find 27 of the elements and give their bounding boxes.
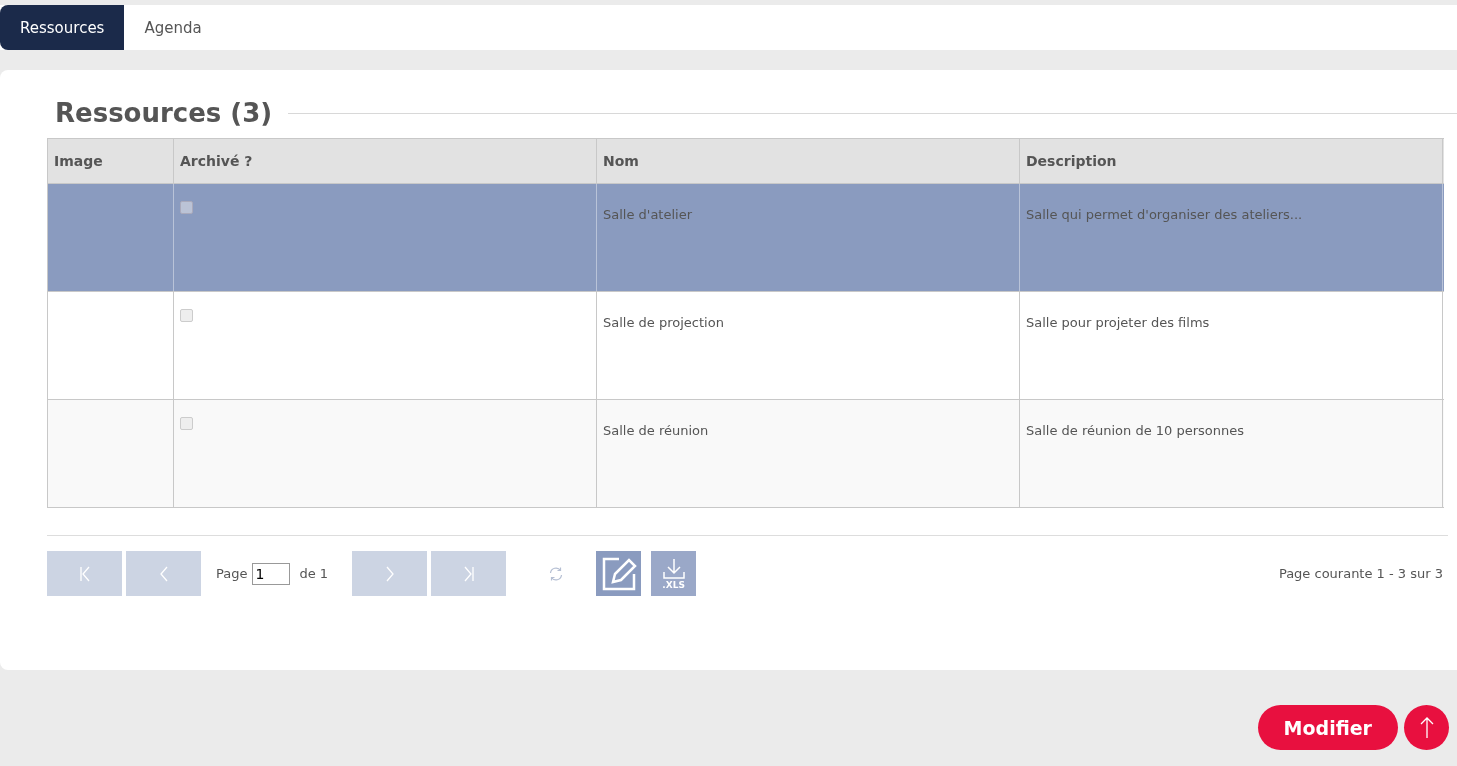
- table-row[interactable]: Salle de réunion Salle de réunion de 10 personnes: [48, 399, 1444, 507]
- page-input[interactable]: 1: [252, 562, 291, 585]
- modify-button[interactable]: Modifier: [1257, 705, 1398, 750]
- page-label: Page: [216, 566, 248, 581]
- archived-checkbox[interactable]: [180, 201, 193, 214]
- table-cell: Salle qui permet d'organiser des ateliers...: [1026, 207, 1303, 222]
- archived-checkbox[interactable]: [180, 417, 193, 430]
- tab[interactable]: Ressources: [0, 5, 125, 50]
- pagination-summary: Page courante 1 - 3 sur 3: [1278, 566, 1443, 581]
- arrow-up-icon: [1419, 716, 1434, 739]
- chevron-left-icon: [158, 565, 169, 582]
- table-cell: Salle d'atelier: [603, 207, 693, 222]
- section-title: Ressources (3): [55, 98, 273, 128]
- chevron-right-icon: [384, 565, 395, 582]
- table-cell: Salle de réunion: [603, 423, 709, 438]
- download-icon: [661, 557, 686, 580]
- archived-checkbox[interactable]: [180, 309, 193, 322]
- page-count: de 1: [299, 566, 329, 581]
- last-page-icon: [462, 565, 475, 582]
- table-cell: Salle de projection: [603, 315, 724, 330]
- refresh-icon[interactable]: [548, 565, 565, 582]
- edit-button[interactable]: [596, 551, 642, 596]
- table-cell: Salle de réunion de 10 personnes: [1026, 423, 1245, 438]
- table-cell: Salle pour projeter des films: [1026, 315, 1210, 330]
- table-row[interactable]: Salle de projection Salle pour projeter des films: [48, 291, 1444, 399]
- first-page-icon: [78, 565, 91, 582]
- scroll-to-top-button[interactable]: [1404, 705, 1449, 750]
